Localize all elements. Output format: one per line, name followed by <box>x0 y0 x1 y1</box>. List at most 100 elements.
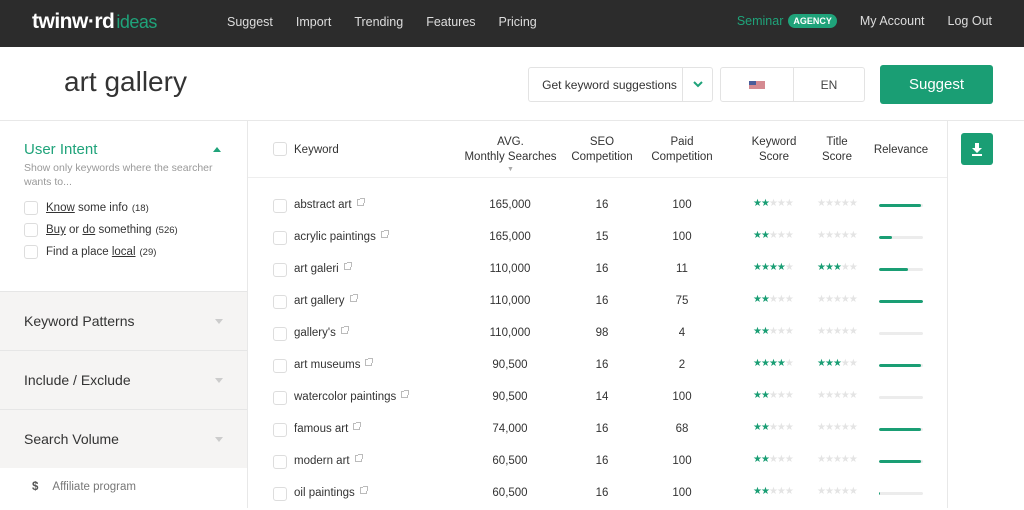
keyword-cell: gallery's <box>294 326 349 339</box>
language-select[interactable]: EN <box>794 68 864 101</box>
collapse-caret-icon[interactable] <box>213 147 221 152</box>
row-checkbox[interactable] <box>273 359 287 373</box>
top-navigation-bar: twinw·rd ideas Suggest Import Trending Fe… <box>0 0 1024 47</box>
external-link-icon[interactable] <box>354 454 363 462</box>
star-empty-icon: ★ <box>776 198 786 209</box>
star-empty-icon: ★ <box>784 326 794 337</box>
intent-option[interactable]: Find a place local (29) <box>24 245 223 259</box>
intent-checkbox[interactable] <box>24 245 38 259</box>
external-link-icon[interactable] <box>340 326 349 334</box>
intent-count: (29) <box>139 246 157 258</box>
title-score-stars: ★ ★ ★ ★ ★ <box>817 198 858 209</box>
nav-trending[interactable]: Trending <box>354 15 403 29</box>
star-filled-icon: ★ <box>776 262 786 273</box>
intent-option[interactable]: Buy or do something (526) <box>24 223 223 237</box>
external-link-icon[interactable] <box>343 262 352 270</box>
keyword-text[interactable]: famous art <box>294 423 348 435</box>
external-link-icon[interactable] <box>380 230 389 238</box>
row-checkbox[interactable] <box>273 455 287 469</box>
star-empty-icon: ★ <box>817 326 826 337</box>
star-empty-icon: ★ <box>824 390 834 401</box>
relevance-bar-fill <box>879 268 908 271</box>
nav-import[interactable]: Import <box>296 15 331 29</box>
include-exclude-section[interactable]: Include / Exclude <box>0 350 247 409</box>
keyword-text[interactable]: art museums <box>294 359 360 371</box>
keyword-text[interactable]: acrylic paintings <box>294 231 376 243</box>
search-volume-section[interactable]: Search Volume <box>0 409 247 468</box>
avg-searches-cell: 110,000 <box>489 327 531 339</box>
star-filled-icon: ★ <box>760 486 770 497</box>
star-empty-icon: ★ <box>768 422 778 433</box>
star-empty-icon: ★ <box>768 230 778 241</box>
external-link-icon[interactable] <box>349 294 358 302</box>
my-account-link[interactable]: My Account <box>860 14 925 28</box>
intent-count: (18) <box>131 202 149 214</box>
star-empty-icon: ★ <box>817 422 826 433</box>
seo-competition-cell: 16 <box>595 359 609 371</box>
nav-suggest[interactable]: Suggest <box>227 15 273 29</box>
external-link-icon[interactable] <box>356 198 365 206</box>
account-name[interactable]: Seminar <box>737 14 784 28</box>
keyword-text[interactable]: watercolor paintings <box>294 391 396 403</box>
keyword-text[interactable]: art gallery <box>294 295 345 307</box>
avg-searches-cell: 60,500 <box>492 487 528 499</box>
suggest-button[interactable]: Suggest <box>880 65 993 104</box>
search-query-input[interactable]: art gallery <box>64 66 187 98</box>
row-checkbox[interactable] <box>273 327 287 341</box>
star-filled-icon: ★ <box>753 262 762 273</box>
keyword-text[interactable]: modern art <box>294 455 350 467</box>
row-checkbox[interactable] <box>273 263 287 277</box>
avg-searches-cell: 60,500 <box>492 455 528 467</box>
twinword-ideas-logo[interactable]: twinw·rd ideas <box>32 10 157 34</box>
star-empty-icon: ★ <box>776 294 786 305</box>
row-checkbox[interactable] <box>273 487 287 501</box>
header-keyword[interactable]: Keyword <box>294 143 339 158</box>
external-link-icon[interactable] <box>359 486 368 494</box>
row-checkbox[interactable] <box>273 231 287 245</box>
header-seo-competition[interactable]: SEO Competition <box>566 135 638 165</box>
header-title-score[interactable]: Title Score <box>812 135 862 165</box>
external-link-icon[interactable] <box>401 390 410 398</box>
country-select[interactable] <box>721 68 794 101</box>
star-empty-icon: ★ <box>832 390 842 401</box>
keyword-text[interactable]: art galeri <box>294 263 339 275</box>
header-paid-competition[interactable]: Paid Competition <box>644 135 720 165</box>
intent-checkbox[interactable] <box>24 201 38 215</box>
star-filled-icon: ★ <box>760 454 770 465</box>
logout-link[interactable]: Log Out <box>948 14 992 28</box>
external-link-icon[interactable] <box>365 358 374 366</box>
paid-competition-cell: 2 <box>678 359 686 371</box>
location-language-select[interactable]: EN <box>720 67 865 102</box>
row-checkbox[interactable] <box>273 295 287 309</box>
header-relevance[interactable]: Relevance <box>870 143 932 158</box>
keyword-text[interactable]: abstract art <box>294 199 352 211</box>
nav-features[interactable]: Features <box>426 15 475 29</box>
seo-competition-cell: 98 <box>595 327 609 339</box>
download-button[interactable] <box>961 133 993 165</box>
table-row: watercolor paintings 90,500 14 100 ★ ★ ★ ★ ★… <box>248 382 947 414</box>
external-link-icon[interactable] <box>353 422 362 430</box>
nav-pricing[interactable]: Pricing <box>499 15 537 29</box>
mode-select[interactable]: Get keyword suggestions <box>528 67 713 102</box>
row-checkbox[interactable] <box>273 423 287 437</box>
keyword-patterns-section[interactable]: Keyword Patterns <box>0 291 247 350</box>
header-avg-monthly-searches[interactable]: AVG. Monthly Searches ▼ <box>458 135 563 174</box>
affiliate-program-link[interactable]: $ Affiliate program <box>32 481 136 493</box>
star-filled-icon: ★ <box>760 326 770 337</box>
star-empty-icon: ★ <box>848 486 858 497</box>
intent-checkbox[interactable] <box>24 223 38 237</box>
account-nav: Seminar AGENCY My Account Log Out <box>737 14 992 28</box>
intent-option[interactable]: Know some info (18) <box>24 201 223 215</box>
relevance-bar-fill <box>879 364 921 367</box>
row-checkbox[interactable] <box>273 391 287 405</box>
seo-competition-cell: 16 <box>595 487 609 499</box>
star-empty-icon: ★ <box>776 230 786 241</box>
row-checkbox[interactable] <box>273 199 287 213</box>
keyword-text[interactable]: oil paintings <box>294 487 355 499</box>
select-all-checkbox[interactable] <box>273 142 287 156</box>
user-intent-header[interactable]: User Intent <box>24 141 223 158</box>
keyword-cell: acrylic paintings <box>294 230 389 243</box>
star-empty-icon: ★ <box>776 422 786 433</box>
header-keyword-score[interactable]: Keyword Score <box>744 135 804 165</box>
keyword-text[interactable]: gallery's <box>294 327 336 339</box>
